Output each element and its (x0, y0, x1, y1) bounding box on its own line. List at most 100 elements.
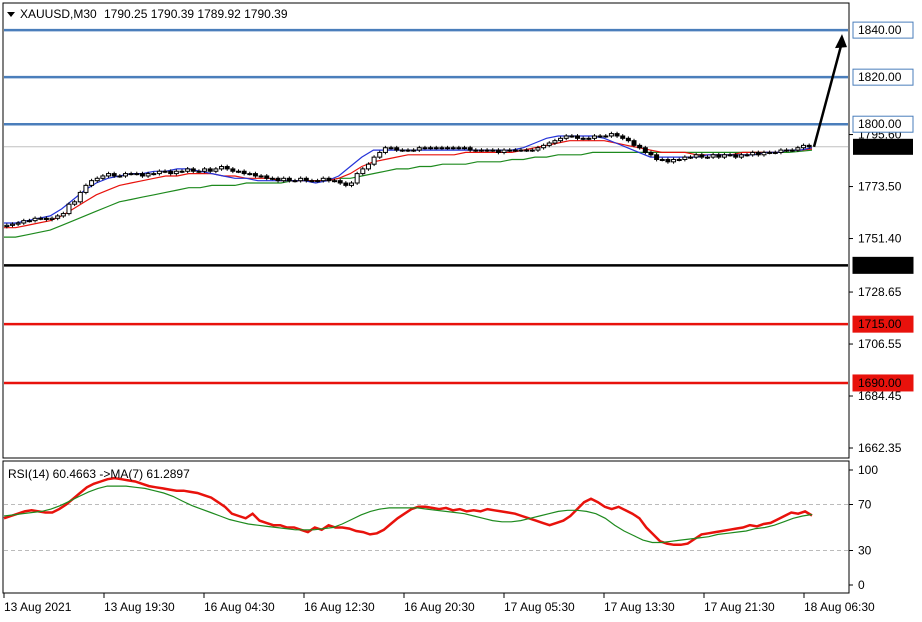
candle-body (190, 168, 196, 172)
candle-body (77, 191, 83, 203)
candle-body (433, 147, 439, 150)
candle-body (439, 147, 445, 150)
candle-body (337, 180, 343, 184)
candle-body (631, 140, 637, 146)
candle-body (230, 168, 236, 172)
candle-body (767, 151, 773, 154)
candle-body (614, 133, 620, 137)
candle-body (546, 142, 552, 146)
candle-body (801, 144, 807, 149)
candle-body (693, 154, 699, 158)
candle-body (659, 158, 665, 161)
candle-body (710, 154, 716, 158)
candle-body (518, 149, 524, 152)
candle-body (603, 135, 609, 138)
candle-body (371, 156, 377, 165)
candle-body (699, 154, 705, 158)
candle-body (258, 175, 264, 178)
candle-body (569, 135, 575, 138)
rsi-tick-label: 0 (858, 578, 865, 592)
rsi-tick-label: 100 (858, 463, 878, 477)
candle-body (422, 147, 428, 150)
candle-body (94, 177, 100, 182)
candle-body (66, 203, 72, 215)
time-tick-label: 18 Aug 06:30 (804, 600, 875, 614)
candle-body (755, 151, 761, 156)
candle-body (348, 182, 354, 186)
candle-body (286, 177, 292, 182)
candle-body (394, 147, 400, 151)
candle-body (38, 217, 44, 220)
candle-body (501, 149, 507, 153)
candle-body (156, 170, 162, 175)
level-tag-label: 1800.00 (858, 117, 902, 131)
candle-body (382, 147, 388, 153)
candle-body (784, 149, 790, 152)
candle-body (405, 149, 411, 152)
symbol-label: XAUUSD,M30 (20, 7, 97, 21)
chart-canvas[interactable]: 1795.601773.501751.401728.651706.551684.… (0, 0, 922, 622)
candle-body (637, 144, 643, 149)
candle-body (179, 170, 185, 173)
level-tag-label: 1690.00 (858, 376, 902, 390)
candle-body (411, 149, 417, 152)
candle-body (235, 170, 241, 173)
candle-body (224, 166, 230, 170)
candle-body (750, 151, 756, 156)
candle-body (428, 147, 434, 150)
candle-body (83, 184, 89, 193)
candle-body (72, 201, 78, 205)
price-axis: 1795.601773.501751.401728.651706.551684.… (849, 128, 902, 455)
candle-body (484, 149, 490, 152)
candle-body (326, 177, 332, 182)
current-price-tag-label: 1790.39 (858, 140, 902, 154)
candle-body (778, 149, 784, 153)
candle-body (416, 147, 422, 151)
candle-body (49, 217, 55, 220)
candle-body (524, 149, 530, 152)
candle-body (682, 156, 688, 160)
time-tick-label: 16 Aug 12:30 (304, 600, 375, 614)
candle-body (269, 177, 275, 180)
candle-body (134, 173, 140, 176)
candle-body (478, 149, 484, 152)
candle-body (399, 149, 405, 152)
candle-body (309, 180, 315, 183)
candle-body (772, 151, 778, 154)
candle-body (207, 168, 213, 172)
time-tick-label: 16 Aug 20:30 (404, 600, 475, 614)
level-tags: 1840.00 1820.00 1800.00 1740.00 1715.00 1690.… (852, 21, 914, 392)
time-tick-label: 16 Aug 04:30 (204, 600, 275, 614)
candle-body (354, 173, 360, 184)
candle-body (365, 163, 371, 170)
level-tag-label: 1715.00 (858, 317, 902, 331)
candle-body (43, 217, 49, 220)
candle-body (620, 135, 626, 139)
candle-body (173, 170, 179, 175)
candle-body (252, 173, 258, 177)
candle-body (795, 147, 801, 151)
candle-body (738, 154, 744, 158)
candle-body (281, 177, 287, 182)
candle-body (100, 175, 106, 179)
candle-body (495, 149, 501, 153)
candle-body (625, 137, 631, 142)
candle-body (789, 149, 795, 152)
price-tick-label: 1751.40 (858, 232, 902, 246)
candle-body (185, 168, 191, 172)
candle-body (676, 158, 682, 161)
candle-body (332, 180, 338, 183)
candle-body (721, 154, 727, 158)
candle-body (128, 173, 134, 176)
candle-body (642, 147, 648, 153)
candle-body (9, 223, 15, 226)
ohlc-values: 1790.25 1790.39 1789.92 1790.39 (104, 7, 288, 21)
level-tag-label: 1840.00 (858, 23, 902, 37)
candle-body (490, 149, 496, 152)
candle-body (512, 149, 518, 152)
candle-body (648, 151, 654, 156)
candle-body (558, 137, 564, 142)
candle-body (196, 170, 202, 173)
candle-body (608, 133, 614, 137)
candle-body (162, 170, 168, 173)
